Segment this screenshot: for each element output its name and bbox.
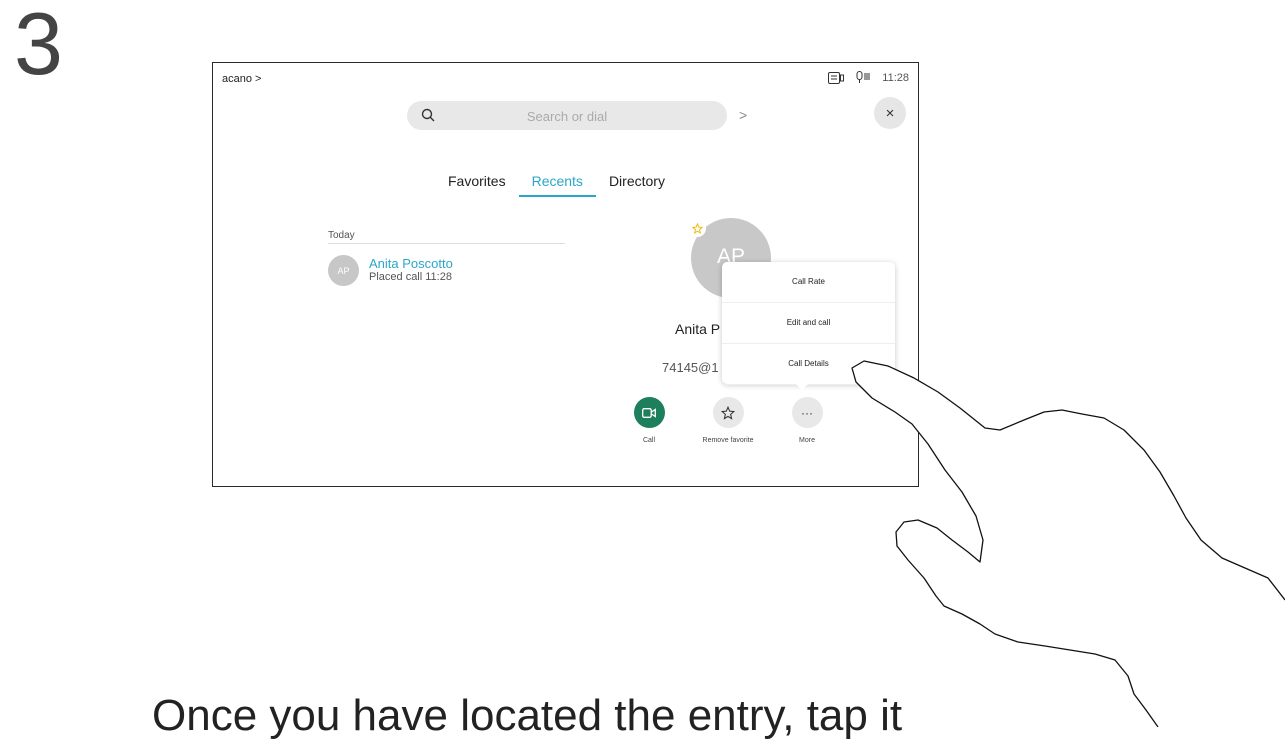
- pointing-hand-icon: [851, 360, 1285, 727]
- instruction-caption: Once you have located the entry, tap it: [152, 691, 903, 740]
